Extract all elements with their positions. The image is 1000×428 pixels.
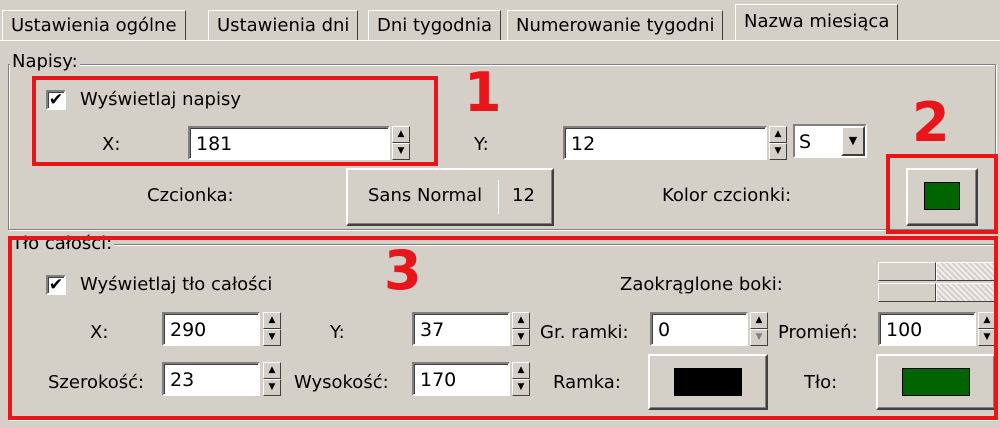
- annotation-number-1: 1: [464, 61, 502, 124]
- spin-up-icon[interactable]: ▲: [769, 126, 787, 143]
- tab-divider: [0, 40, 1000, 41]
- anchor-select[interactable]: S ▼: [793, 124, 867, 158]
- tab-ustawienia-dni[interactable]: Ustawienia dni: [208, 10, 359, 40]
- napisy-group-title: Napisy:: [10, 51, 80, 72]
- tab-numerowanie-tygodni[interactable]: Numerowanie tygodni: [507, 10, 724, 40]
- font-name: Sans Normal: [368, 185, 483, 206]
- font-size: 12: [512, 185, 535, 206]
- annotation-number-2: 2: [912, 91, 950, 154]
- spin-down-icon[interactable]: ▼: [769, 143, 787, 160]
- font-button[interactable]: Sans Normal 12: [346, 168, 554, 226]
- annotation-box-2: [886, 154, 998, 234]
- font-color-label: Kolor czcionki:: [662, 185, 792, 206]
- font-label: Czcionka:: [147, 185, 234, 206]
- annotation-number-3: 3: [384, 239, 422, 302]
- annotation-box-1: [32, 76, 438, 166]
- tab-bar: Ustawienia ogólne Ustawienia dni Dni tyg…: [0, 0, 1000, 42]
- tab-dni-tygodnia[interactable]: Dni tygodnia: [368, 10, 502, 40]
- napisy-y-label: Y:: [474, 134, 489, 155]
- anchor-select-value: S: [799, 131, 812, 153]
- dropdown-arrow-icon[interactable]: ▼: [841, 126, 865, 156]
- tab-ustawienia-ogolne[interactable]: Ustawienia ogólne: [2, 10, 186, 40]
- napisy-y-input[interactable]: 12: [563, 126, 767, 160]
- annotation-box-3: [8, 236, 998, 420]
- tab-nazwa-miesiaca[interactable]: Nazwa miesiąca: [735, 4, 899, 40]
- font-button-divider: [498, 180, 499, 214]
- napisy-y-spinner[interactable]: ▲ ▼: [769, 126, 787, 160]
